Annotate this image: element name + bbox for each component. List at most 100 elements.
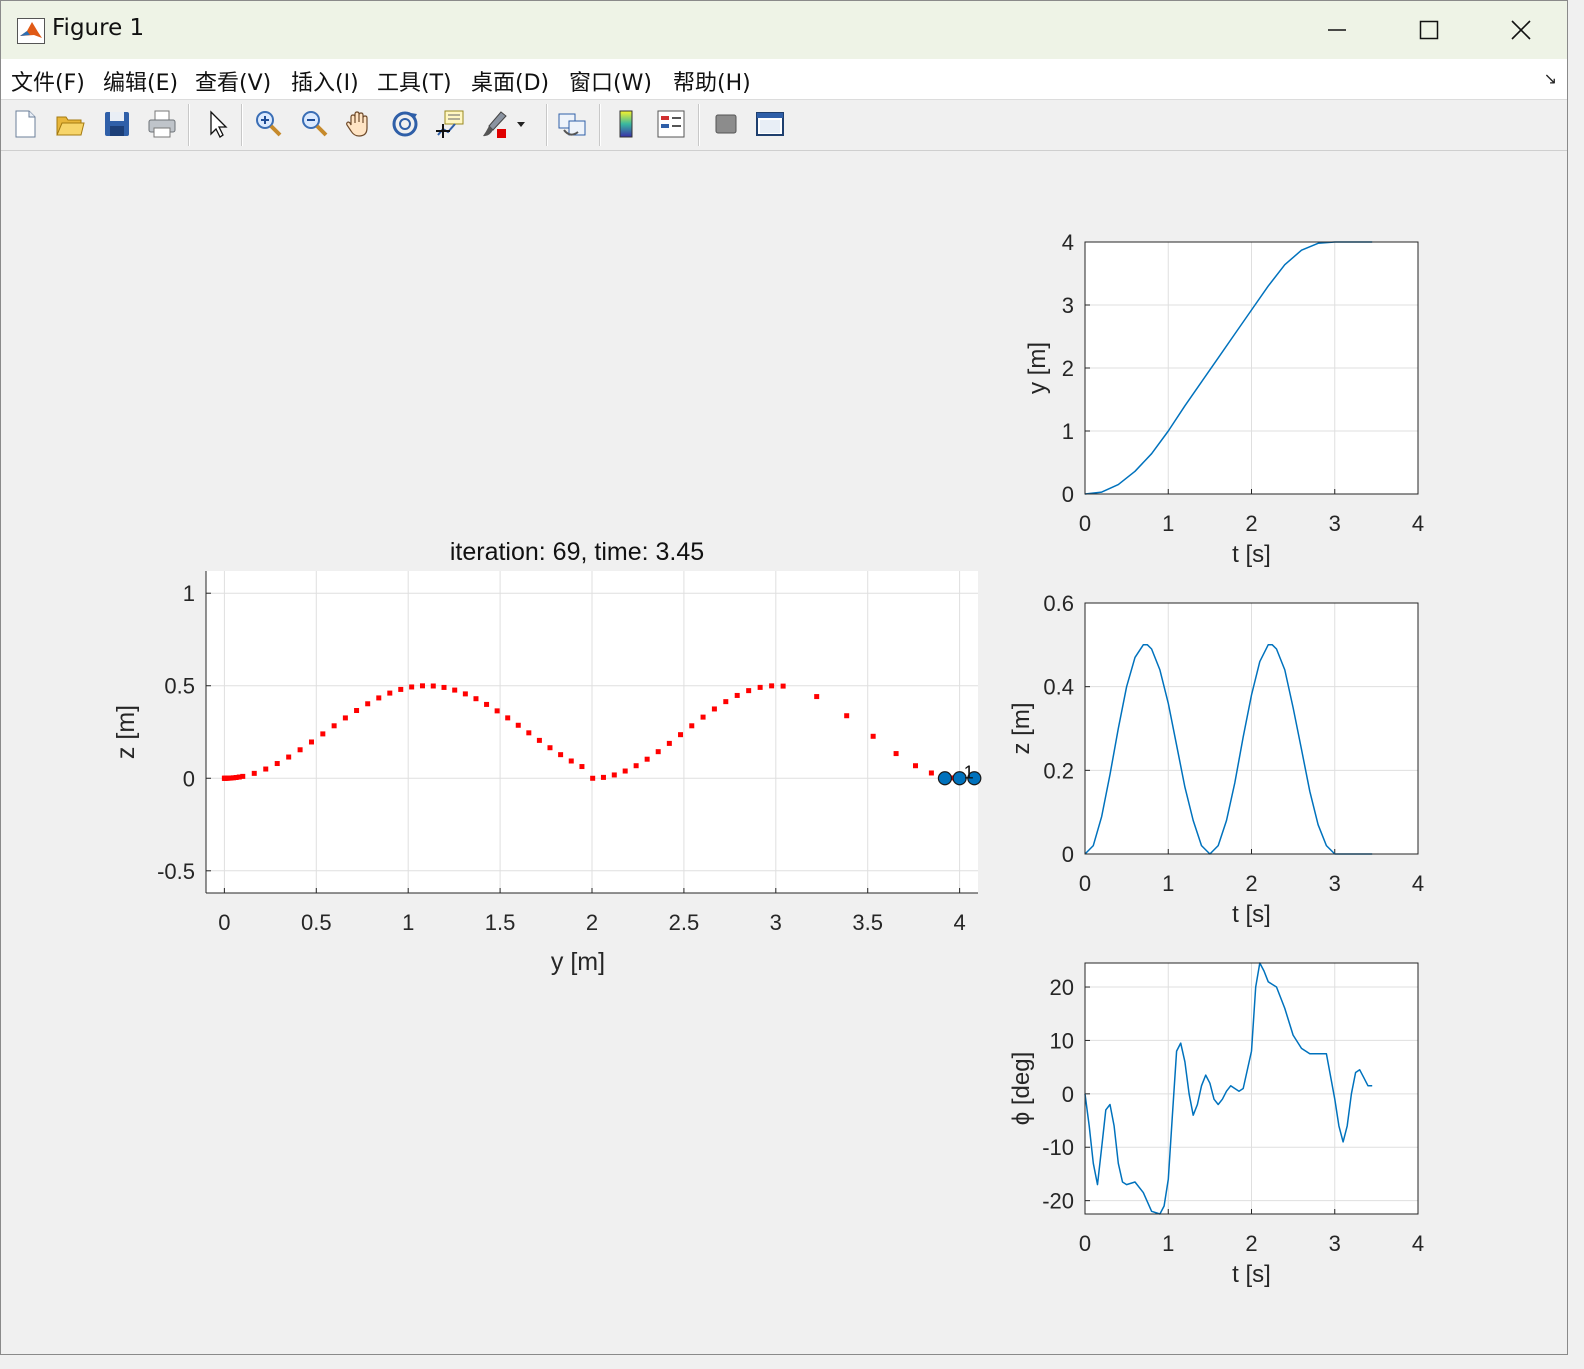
x-axis-label: t [s] — [1232, 541, 1271, 568]
trajectory-marker — [870, 733, 876, 739]
y-tick-label: 3 — [1062, 293, 1074, 318]
trajectory-marker — [331, 723, 337, 729]
trajectory-marker — [263, 766, 269, 772]
trajectory-marker — [723, 699, 729, 705]
x-tick-label: 1 — [1162, 1231, 1174, 1256]
data-cursor-button[interactable] — [433, 106, 469, 142]
trajectory-marker — [320, 731, 326, 737]
annotation-label: 1 — [964, 763, 974, 783]
trajectory-marker — [633, 763, 639, 769]
trajectory-marker — [769, 683, 775, 689]
trajectory-marker — [913, 763, 919, 769]
trajectory-marker — [579, 764, 585, 770]
edit-plot-button[interactable] — [199, 106, 235, 142]
open-file-icon — [56, 116, 85, 136]
y-axis-label: z [m] — [1008, 703, 1035, 755]
print-button[interactable] — [144, 106, 180, 142]
axes-3: 0 1 2 3 4 -20 -10 0 10 20 t [s] ϕ [deg] — [1008, 962, 1424, 1288]
pan-button[interactable] — [341, 106, 377, 142]
x-axis-label: y [m] — [551, 948, 605, 976]
menu-file[interactable]: 文件(F) — [11, 65, 85, 97]
x-tick-label: 4 — [953, 910, 965, 935]
minimize-button[interactable] — [1291, 1, 1383, 59]
figure-canvas[interactable]: 0 0.5 1 1.5 2 2.5 3 3.5 4 -0.5 0 0.5 1 1 iteration: 69… — [1, 151, 1567, 1354]
y-tick-label: 0.5 — [164, 674, 195, 699]
close-icon — [1511, 20, 1531, 40]
zoom-out-button[interactable] — [296, 106, 332, 142]
brush-button[interactable] — [479, 106, 527, 142]
hide-plot-tools-button[interactable] — [708, 106, 744, 142]
trajectory-marker — [666, 740, 672, 746]
colorbar-icon — [619, 110, 633, 138]
y-axis-label: z [m] — [112, 705, 140, 759]
menu-desktop[interactable]: 桌面(D) — [471, 65, 549, 97]
close-button[interactable] — [1475, 1, 1567, 59]
show-plot-tools-icon — [756, 112, 784, 136]
brush-icon — [483, 111, 525, 138]
title-bar[interactable]: Figure 1 — [1, 1, 1567, 59]
x-tick-label: 1 — [1162, 511, 1174, 536]
trajectory-marker — [484, 701, 490, 707]
save-icon — [105, 112, 129, 136]
y-tick-label: -0.5 — [157, 859, 195, 884]
axes-1: 0 1 2 3 4 0 1 2 3 4 t [s] y [m] — [1024, 230, 1424, 568]
menu-edit[interactable]: 编辑(E) — [103, 65, 178, 97]
y-tick-label: 0 — [1062, 482, 1074, 507]
y-axis-label: y [m] — [1024, 342, 1051, 394]
trajectory-marker — [526, 730, 532, 736]
trajectory-marker — [505, 715, 511, 721]
matlab-logo-icon — [17, 18, 45, 44]
trajectory-marker — [928, 770, 934, 776]
y-tick-label: 0.4 — [1043, 675, 1074, 700]
x-tick-label: 3 — [1329, 1231, 1341, 1256]
figure-window: Figure 1 文件(F) 编辑(E) 查看(V) 插入(I) 工具(T) 桌… — [0, 0, 1568, 1355]
insert-legend-button[interactable] — [653, 106, 689, 142]
x-tick-label: 4 — [1412, 511, 1424, 536]
maximize-icon — [1419, 20, 1439, 40]
zoom-out-icon — [302, 111, 328, 137]
robot-marker — [937, 771, 953, 786]
show-plot-tools-button[interactable] — [752, 106, 788, 142]
x-tick-label: 2 — [1245, 1231, 1257, 1256]
trajectory-marker — [600, 774, 606, 780]
trajectory-marker — [893, 751, 899, 757]
menu-help[interactable]: 帮助(H) — [673, 65, 751, 97]
y-tick-label: 4 — [1062, 230, 1074, 255]
y-tick-label: 20 — [1050, 975, 1074, 1000]
menu-window[interactable]: 窗口(W) — [569, 65, 652, 97]
maximize-button[interactable] — [1383, 1, 1475, 59]
y-tick-label: -20 — [1042, 1189, 1074, 1214]
rotate-3d-button[interactable] — [387, 106, 423, 142]
y-tick-label: 2 — [1062, 356, 1074, 381]
y-tick-label: 0 — [183, 766, 195, 791]
trajectory-marker — [376, 695, 382, 701]
trajectory-marker — [622, 768, 628, 774]
menu-view[interactable]: 查看(V) — [195, 65, 271, 97]
legend-icon — [657, 110, 685, 138]
insert-colorbar-button[interactable] — [608, 106, 644, 142]
x-tick-label: 4 — [1412, 871, 1424, 896]
x-tick-label: 1.5 — [485, 910, 516, 935]
trajectory-marker — [734, 692, 740, 698]
save-button[interactable] — [99, 106, 135, 142]
dock-arrow-icon[interactable]: ↘ — [1544, 69, 1557, 88]
trajectory-marker — [590, 775, 596, 781]
trajectory-marker — [286, 754, 292, 760]
trajectory-marker — [711, 706, 717, 712]
trajectory-marker — [611, 772, 617, 778]
data-cursor-icon — [436, 110, 464, 138]
zoom-in-button[interactable] — [250, 106, 286, 142]
trajectory-marker — [409, 684, 415, 690]
menu-bar: 文件(F) 编辑(E) 查看(V) 插入(I) 工具(T) 桌面(D) 窗口(W… — [1, 59, 1567, 100]
trajectory-marker — [746, 688, 752, 694]
open-file-button[interactable] — [52, 106, 88, 142]
menu-tools[interactable]: 工具(T) — [377, 65, 452, 97]
new-figure-button[interactable] — [7, 106, 43, 142]
trajectory-marker — [452, 687, 458, 693]
trajectory-marker — [430, 683, 436, 689]
trajectory-marker — [462, 691, 468, 697]
menu-insert[interactable]: 插入(I) — [291, 65, 359, 97]
y-axis-label: ϕ [deg] — [1008, 1052, 1035, 1126]
link-plot-button[interactable] — [554, 106, 590, 142]
trajectory-marker — [365, 701, 371, 707]
